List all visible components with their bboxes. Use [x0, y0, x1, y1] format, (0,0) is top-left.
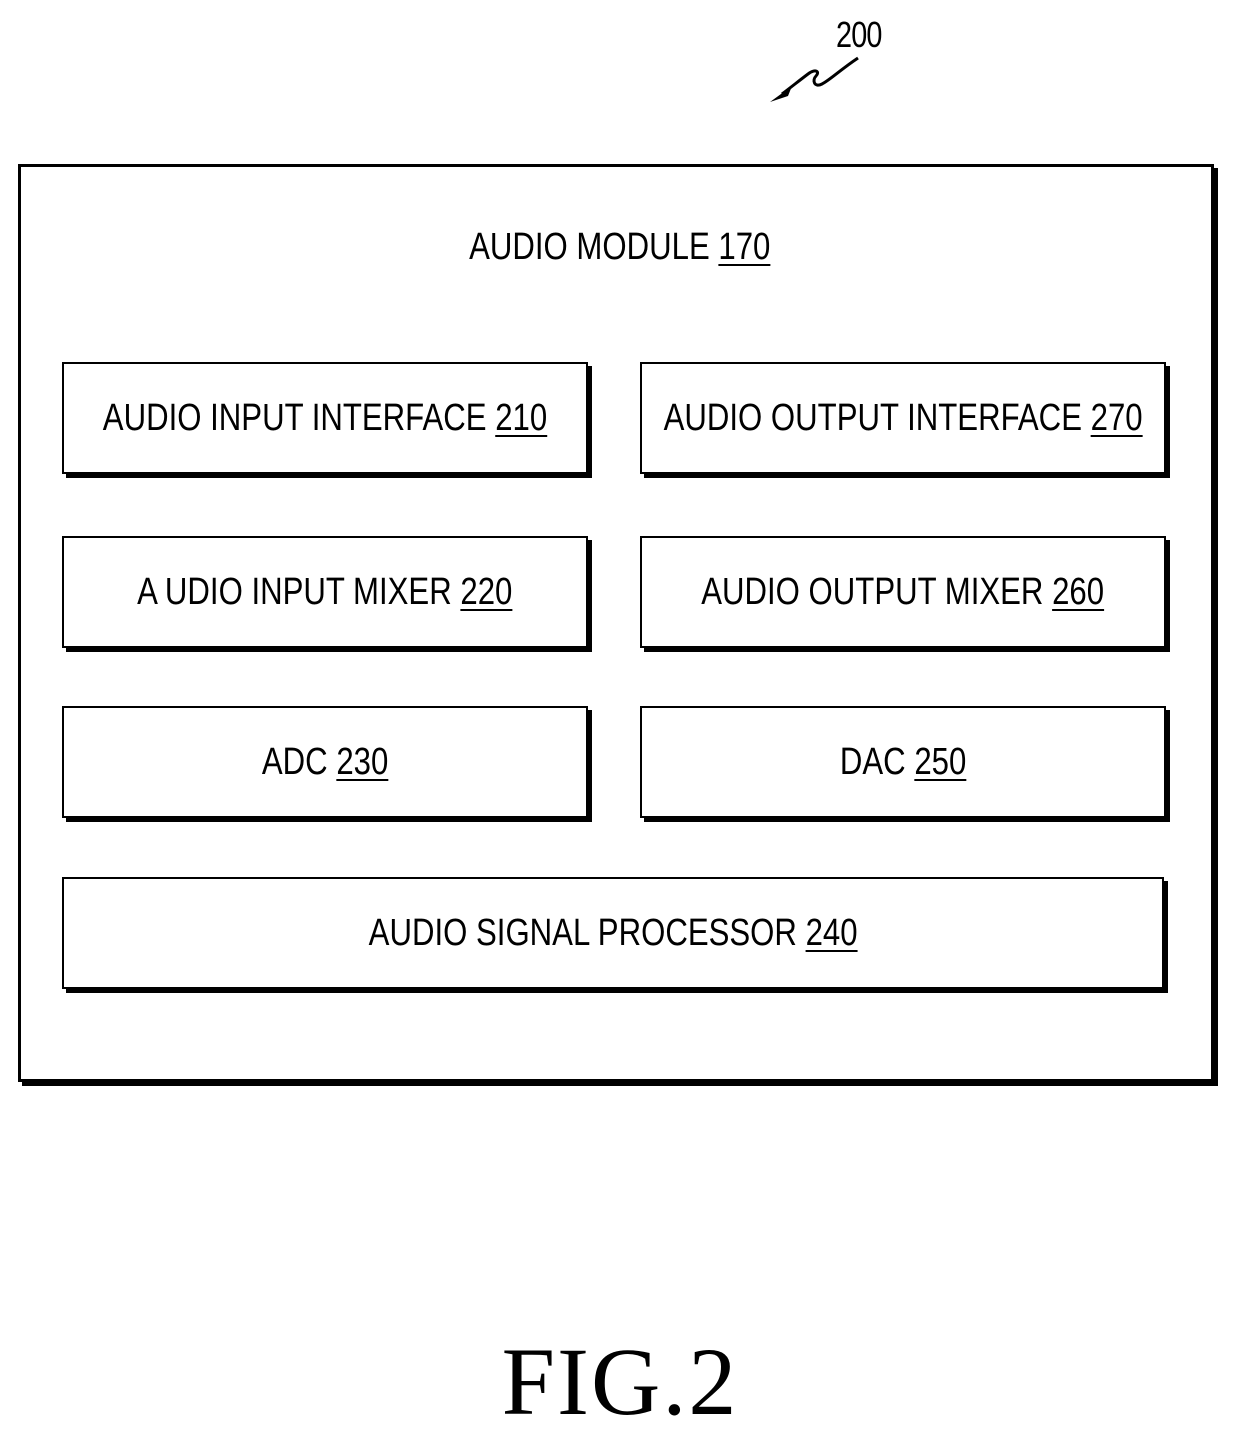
figure-caption: FIG.2 — [501, 1328, 739, 1435]
block-audio-output-mixer: AUDIO OUTPUT MIXER 260 — [640, 536, 1166, 648]
block-audio-input-interface: AUDIO INPUT INTERFACE 210 — [62, 362, 588, 474]
audio-module-title: AUDIO MODULE 170 — [0, 226, 1240, 269]
block-dac: DAC 250 — [640, 706, 1166, 818]
block-name: ADC — [261, 740, 328, 783]
block-name: AUDIO INPUT INTERFACE — [102, 396, 487, 439]
block-number: 230 — [336, 740, 389, 783]
block-number: 210 — [495, 396, 548, 439]
block-number: 220 — [460, 570, 513, 613]
block-name: AUDIO OUTPUT INTERFACE — [663, 396, 1082, 439]
block-adc: ADC 230 — [62, 706, 588, 818]
block-number: 250 — [914, 740, 967, 783]
block-name: DAC — [839, 740, 906, 783]
block-audio-input-mixer: A UDIO INPUT MIXER 220 — [62, 536, 588, 648]
block-number: 260 — [1052, 570, 1105, 613]
reference-leader-arrow-icon — [770, 56, 859, 102]
module-number: 170 — [718, 226, 771, 268]
block-number: 270 — [1090, 396, 1143, 439]
module-name: AUDIO MODULE — [469, 226, 710, 268]
block-number: 240 — [805, 911, 858, 954]
block-audio-output-interface: AUDIO OUTPUT INTERFACE 270 — [640, 362, 1166, 474]
block-name: AUDIO SIGNAL PROCESSOR — [368, 911, 797, 954]
block-audio-signal-processor: AUDIO SIGNAL PROCESSOR 240 — [62, 877, 1164, 989]
block-name: AUDIO OUTPUT MIXER — [701, 570, 1044, 613]
block-name: A UDIO INPUT MIXER — [137, 570, 452, 613]
